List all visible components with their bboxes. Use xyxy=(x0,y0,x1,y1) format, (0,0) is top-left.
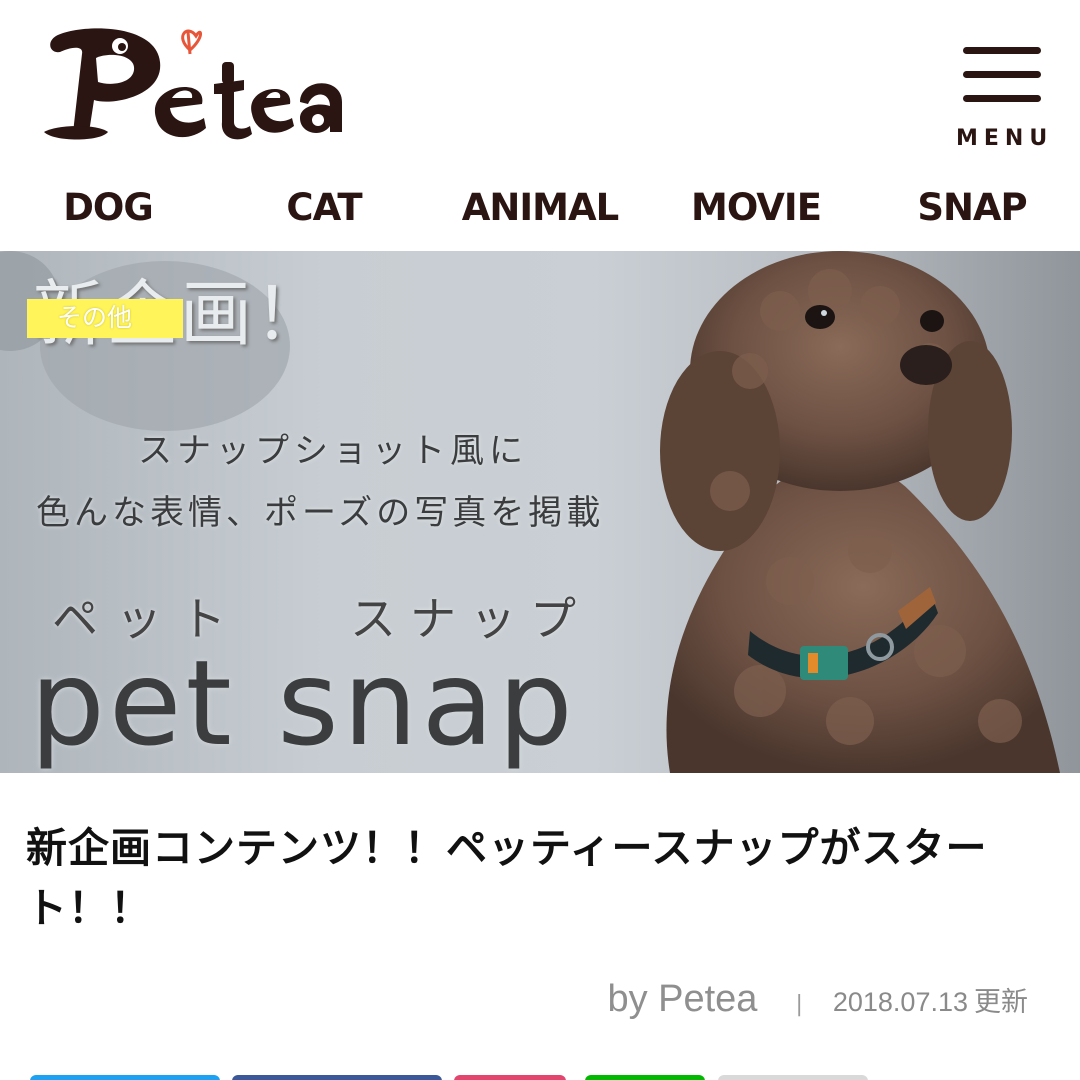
author-link[interactable]: by Petea xyxy=(607,978,757,1021)
updated-label: 更新 xyxy=(974,987,1028,1018)
nav-item-snap[interactable]: SNAP xyxy=(864,180,1080,242)
nav-item-dog[interactable]: DOG xyxy=(0,180,216,242)
category-badge[interactable]: その他 xyxy=(27,299,183,338)
hamburger-icon-bar-middle xyxy=(963,71,1041,78)
category-nav: DOG CAT ANIMAL MOVIE SNAP xyxy=(0,180,1080,242)
site-header: MENU xyxy=(0,0,1080,170)
hero-banner[interactable]: 新企画！ その他 スナップショット風に 色んな表情、ポーズの写真を掲載 ペット … xyxy=(0,251,1080,773)
petea-logo[interactable] xyxy=(38,14,348,159)
article-title[interactable]: 新企画コンテンツ！！ペッティースナップがスタート！！ xyxy=(26,818,1036,938)
byline-separator: | xyxy=(795,992,803,1017)
hero-tagline-2: 色んな表情、ポーズの写真を掲載 xyxy=(36,493,605,533)
share-line-button[interactable] xyxy=(585,1075,705,1080)
menu-button[interactable]: MENU xyxy=(950,44,1066,156)
share-other-button[interactable] xyxy=(718,1075,868,1080)
hero-brand-text: pet snap xyxy=(30,634,577,772)
share-buttons xyxy=(0,1075,1080,1080)
nav-item-movie[interactable]: MOVIE xyxy=(648,180,864,242)
share-hatena-button[interactable] xyxy=(454,1075,566,1080)
nav-item-animal[interactable]: ANIMAL xyxy=(432,180,648,242)
nav-item-cat[interactable]: CAT xyxy=(216,180,432,242)
hero-tagline-1: スナップショット風に xyxy=(138,431,528,471)
share-twitter-button[interactable] xyxy=(30,1075,220,1080)
hamburger-icon-bar-top xyxy=(963,47,1041,54)
article-byline: by Petea | 2018.07.13 更新 xyxy=(607,978,1028,1026)
menu-label: MENU xyxy=(956,126,1054,151)
dog-photo xyxy=(660,251,1060,773)
hamburger-icon-bar-bottom xyxy=(963,95,1041,102)
updated-date: 2018.07.13 xyxy=(832,987,968,1017)
logo-artwork xyxy=(44,28,342,140)
share-facebook-button[interactable] xyxy=(232,1075,442,1080)
